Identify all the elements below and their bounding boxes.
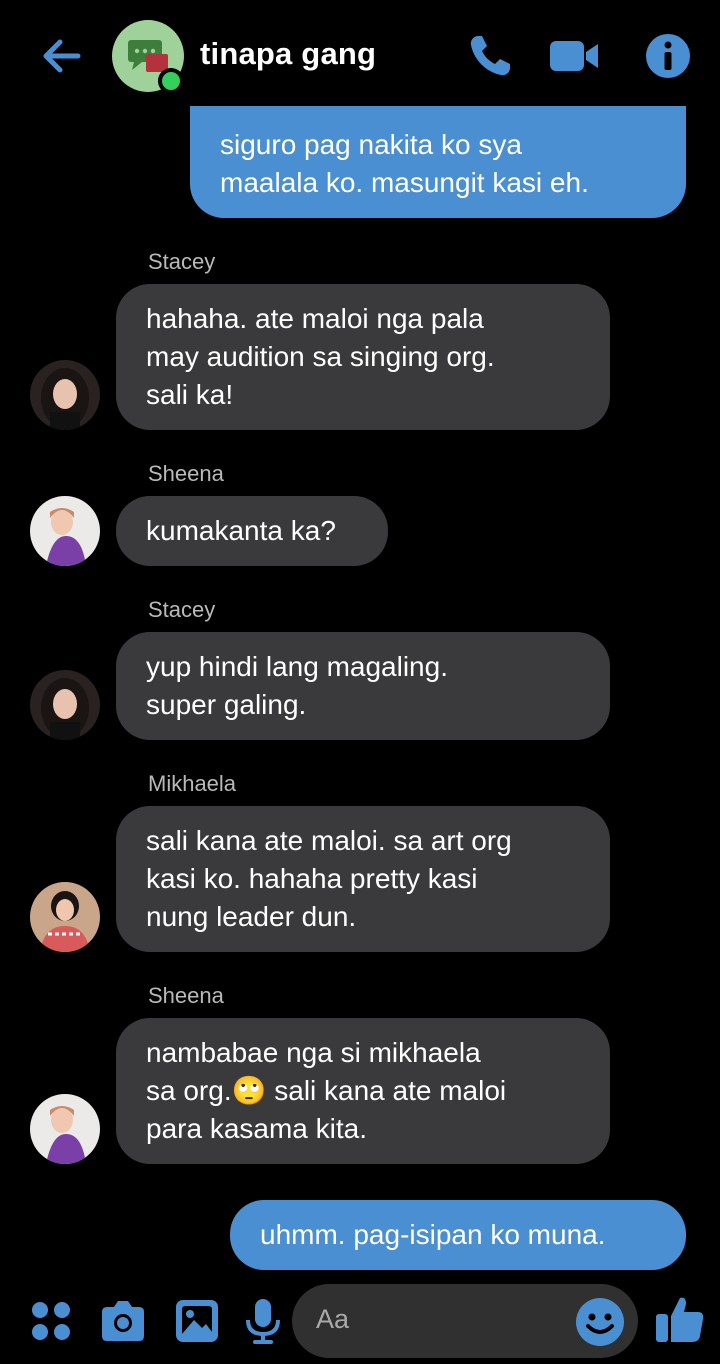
message-text: hahaha. ate maloi nga pala may audition … [146, 303, 495, 410]
sender-name: Sheena [148, 983, 224, 1008]
chat-title[interactable]: tinapa gang [200, 36, 376, 72]
thumbs-up-icon[interactable] [652, 1292, 706, 1346]
avatar-stacey[interactable] [30, 670, 100, 740]
profile-photo [30, 360, 100, 430]
profile-photo [30, 670, 100, 740]
camera-icon[interactable] [98, 1296, 148, 1346]
sender-name: Mikhaela [148, 771, 237, 796]
message-text: nambabae nga si mikhaela sa org.🙄 sali k… [146, 1037, 507, 1144]
profile-photo [30, 496, 100, 566]
avatar-mikhaela[interactable] [30, 882, 100, 952]
incoming-message-bubble[interactable]: yup hindi lang magaling. super galing. [116, 632, 610, 740]
incoming-message-bubble[interactable]: nambabae nga si mikhaela sa org.🙄 sali k… [116, 1018, 610, 1164]
outgoing-message-bubble[interactable]: uhmm. pag-isipan ko muna. [230, 1200, 686, 1270]
message-text: yup hindi lang magaling. super galing. [146, 651, 448, 720]
microphone-icon[interactable] [238, 1296, 288, 1346]
avatar-stacey[interactable] [30, 360, 100, 430]
online-status-dot [158, 68, 184, 94]
sender-name: Sheena [148, 461, 224, 486]
incoming-message-bubble[interactable]: sali kana ate maloi. sa art org kasi ko.… [116, 806, 610, 952]
apps-grid-icon[interactable] [26, 1296, 76, 1346]
message-text: kumakanta ka? [146, 515, 336, 546]
profile-photo [30, 882, 100, 952]
sender-name: Stacey [148, 249, 216, 274]
message-text: sali kana ate maloi. sa art org kasi ko.… [146, 825, 512, 932]
message-text: uhmm. pag-isipan ko muna. [260, 1219, 606, 1250]
profile-photo [30, 1094, 100, 1164]
message-text: siguro pag nakita ko sya maalala ko. mas… [220, 129, 589, 198]
outgoing-message-bubble[interactable]: siguro pag nakita ko sya maalala ko. mas… [190, 106, 686, 218]
gallery-icon[interactable] [172, 1296, 222, 1346]
chat-header: tinapa gang [0, 0, 720, 112]
sender-name: Stacey [148, 597, 216, 622]
phone-icon[interactable] [464, 30, 516, 82]
incoming-message-bubble[interactable]: hahaha. ate maloi nga pala may audition … [116, 284, 610, 430]
back-arrow-icon[interactable] [38, 32, 86, 80]
incoming-message-bubble[interactable]: kumakanta ka? [116, 496, 388, 566]
avatar-sheena[interactable] [30, 1094, 100, 1164]
avatar-sheena[interactable] [30, 496, 100, 566]
video-camera-icon[interactable] [548, 30, 600, 82]
info-icon[interactable] [642, 30, 694, 82]
message-input-placeholder: Aa [316, 1304, 350, 1334]
emoji-icon[interactable] [574, 1296, 626, 1348]
